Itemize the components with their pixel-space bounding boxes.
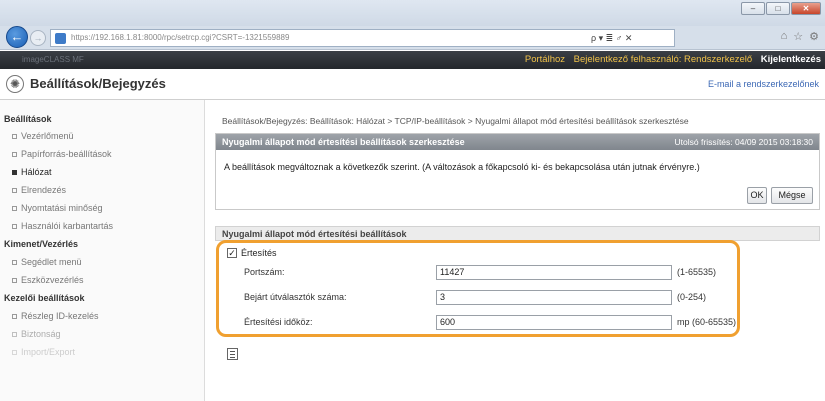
sidebar: Beállítások Vezérlőmenü Papírforrás-beál…	[0, 100, 205, 401]
app-header-bar: imageCLASS MF Portálhoz Bejelentkező fel…	[0, 51, 825, 69]
sidebar-section-output: Kimenet/Vezérlés	[4, 239, 79, 249]
address-tools[interactable]: ρ ▾ ≣ ♂ ✕	[591, 33, 632, 44]
sidebar-section-settings: Beállítások	[4, 114, 52, 124]
bullet-icon	[12, 188, 17, 194]
close-icon[interactable]: ✕	[791, 2, 821, 15]
notification-checkbox-label: Értesítés	[241, 248, 277, 258]
notify-interval-input[interactable]: 600	[436, 315, 672, 330]
port-number-range: (1-65535)	[677, 267, 717, 277]
favorites-star-icon[interactable]: ☆	[793, 30, 803, 43]
back-arrow-icon[interactable]: ←	[6, 26, 28, 48]
sidebar-item-label: Import/Export	[21, 347, 76, 357]
address-url[interactable]: https://192.168.1.81:8000/rpc/setrcp.cgi…	[71, 33, 289, 42]
bullet-icon	[12, 206, 17, 212]
sidebar-section-management: Kezelői beállítások	[4, 293, 85, 303]
sidebar-item-label: Részleg ID-kezelés	[21, 311, 99, 321]
sidebar-item-label: Biztonság	[21, 329, 61, 339]
router-hops-input[interactable]: 3	[436, 290, 672, 305]
document-icon[interactable]	[227, 348, 238, 360]
port-number-label: Portszám:	[244, 267, 285, 277]
device-brand: imageCLASS MF	[22, 55, 84, 64]
sidebar-item-maintenance[interactable]: Használói karbantartás	[12, 221, 113, 231]
sidebar-item-label: Nyomtatási minőség	[21, 203, 103, 213]
sidebar-item-device-control[interactable]: Eszközvezérlés	[12, 275, 84, 285]
sidebar-item-paper-source[interactable]: Papírforrás-beállítások	[12, 149, 112, 159]
bullet-icon	[12, 350, 17, 356]
edit-panel: Nyugalmi állapot mód értesítési beállítá…	[215, 133, 820, 210]
minimize-icon[interactable]: –	[741, 2, 765, 15]
page-title-row: ✺ Beállítások/Bejegyzés E-mail a rendsze…	[0, 69, 825, 100]
sidebar-item-label: Segédlet menü	[21, 257, 82, 267]
maximize-icon[interactable]: □	[766, 2, 790, 15]
bullet-icon	[12, 152, 17, 158]
sidebar-item-label: Vezérlőmenü	[21, 131, 74, 141]
router-hops-label: Bejárt útválasztók száma:	[244, 292, 347, 302]
sidebar-item-print-quality[interactable]: Nyomtatási minőség	[12, 203, 103, 213]
ok-button[interactable]: OK	[747, 187, 767, 204]
router-hops-range: (0-254)	[677, 292, 707, 302]
notification-checkbox[interactable]: ✓	[227, 248, 237, 258]
section-title: Nyugalmi állapot mód értesítési beállítá…	[222, 229, 407, 239]
address-bar[interactable]: https://192.168.1.81:8000/rpc/setrcp.cgi…	[50, 29, 675, 47]
sidebar-item-department-id[interactable]: Részleg ID-kezelés	[12, 311, 99, 321]
port-number-input[interactable]: 11427	[436, 265, 672, 280]
settings-gear-icon: ✺	[6, 75, 24, 93]
email-admin-link[interactable]: E-mail a rendszerkezelőnek	[708, 79, 819, 89]
header-links: Portálhoz Bejelentkező felhasználó: Rend…	[519, 54, 821, 65]
browser-navbar: ← → https://192.168.1.81:8000/rpc/setrcp…	[0, 26, 825, 50]
sidebar-item-layout[interactable]: Elrendezés	[12, 185, 66, 195]
panel-title: Nyugalmi állapot mód értesítési beállítá…	[222, 137, 465, 147]
sidebar-item-label: Elrendezés	[21, 185, 67, 195]
sidebar-item-utility-menu[interactable]: Segédlet menü	[12, 257, 82, 267]
browser-toolbar-icons: ⌂ ☆ ⚙	[781, 30, 819, 43]
sidebar-item-network[interactable]: Hálózat	[12, 167, 52, 177]
bullet-icon	[12, 314, 17, 320]
browser-titlebar: – □ ✕	[0, 0, 825, 26]
site-favicon-icon	[55, 33, 66, 44]
sidebar-item-label: Hálózat	[21, 167, 52, 177]
section-header: Nyugalmi állapot mód értesítési beállítá…	[215, 226, 820, 241]
panel-header: Nyugalmi állapot mód értesítési beállítá…	[216, 134, 819, 150]
sidebar-item-label: Használói karbantartás	[21, 221, 114, 231]
bullet-icon	[12, 260, 17, 266]
cancel-button[interactable]: Mégse	[771, 187, 813, 204]
bullet-icon	[12, 224, 17, 230]
page-title: Beállítások/Bejegyzés	[30, 76, 166, 91]
last-updated: Utolsó frissítés: 04/09 2015 03:18:30	[674, 137, 813, 147]
breadcrumb[interactable]: Beállítások/Bejegyzés: Beállítások: Háló…	[222, 116, 689, 126]
sidebar-item-label: Papírforrás-beállítások	[21, 149, 112, 159]
forward-arrow-icon[interactable]: →	[30, 30, 46, 46]
sidebar-item-security[interactable]: Biztonság	[12, 329, 61, 339]
bullet-icon	[12, 278, 17, 284]
portal-link[interactable]: Portálhoz	[525, 54, 565, 65]
logged-in-user: Bejelentkező felhasználó: Rendszerkezelő	[573, 54, 753, 65]
window-controls: – □ ✕	[741, 2, 821, 15]
sidebar-item-label: Eszközvezérlés	[21, 275, 84, 285]
bullet-icon	[12, 134, 17, 140]
bullet-icon	[12, 332, 17, 338]
sidebar-item-control-menu[interactable]: Vezérlőmenü	[12, 131, 74, 141]
home-icon[interactable]: ⌂	[781, 30, 788, 43]
notify-interval-range: mp (60-65535)	[677, 317, 737, 327]
notify-interval-label: Értesítési időköz:	[244, 317, 313, 327]
sidebar-item-import-export[interactable]: Import/Export	[12, 347, 75, 357]
notice-text: A beállítások megváltoznak a következők …	[224, 162, 700, 172]
bullet-icon	[12, 170, 17, 176]
logout-link[interactable]: Kijelentkezés	[761, 54, 821, 65]
settings-gear-icon[interactable]: ⚙	[809, 30, 819, 43]
